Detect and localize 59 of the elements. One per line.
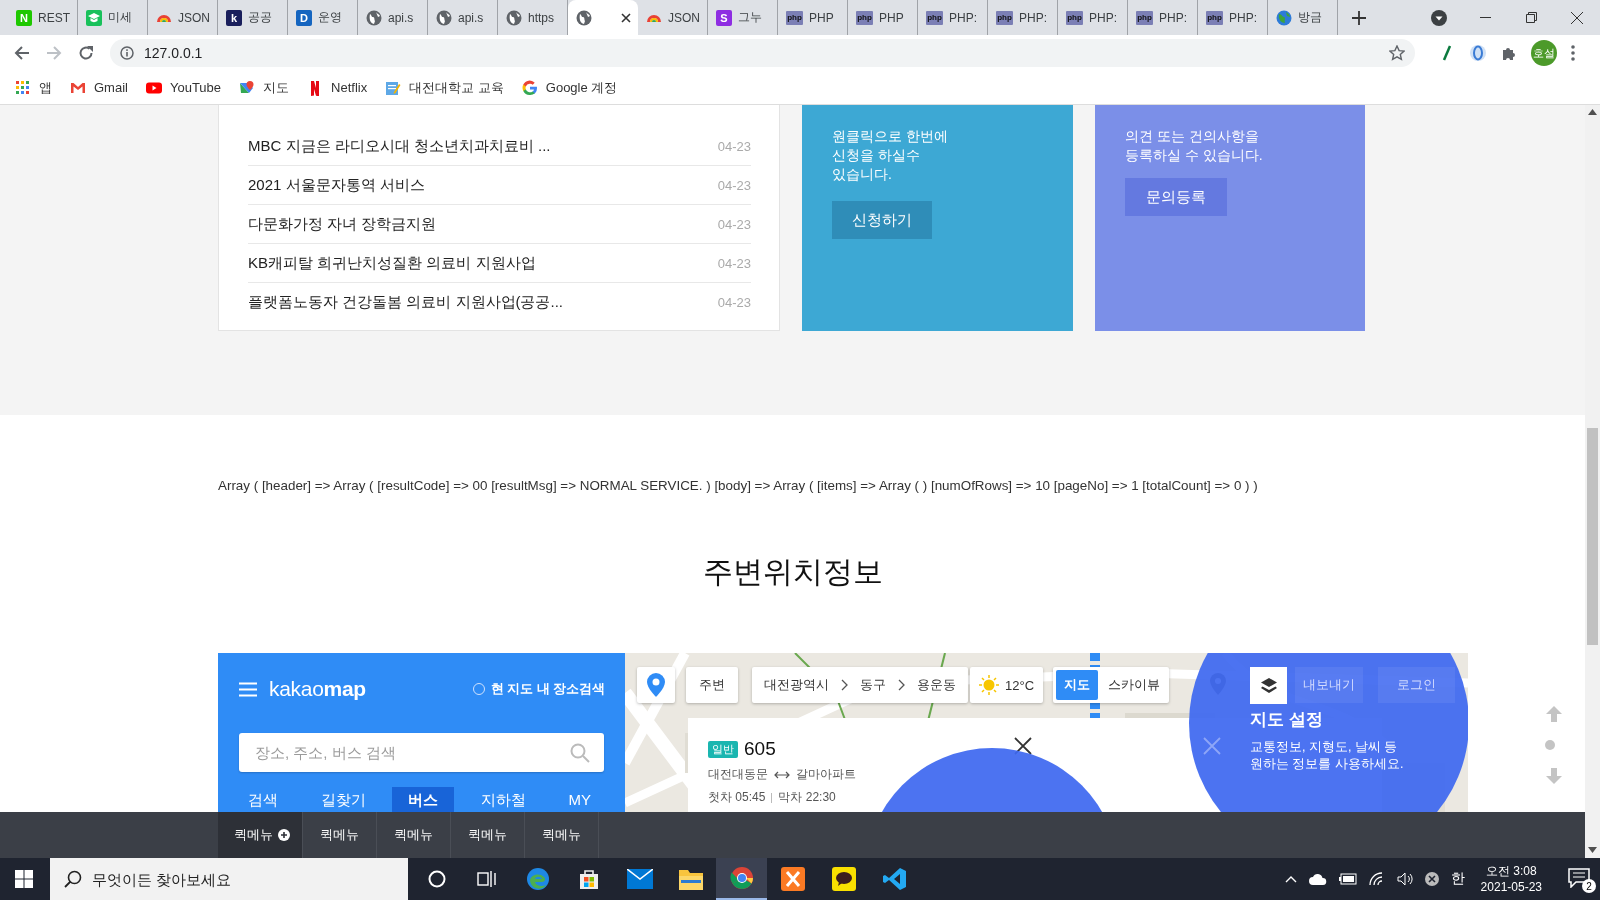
tip-title: 지도 설정: [1250, 709, 1323, 731]
map-type-tab[interactable]: 스카이뷰: [1100, 670, 1168, 700]
taskbar-search-field[interactable]: 무엇이든 찾아보세요: [50, 858, 408, 900]
search-field[interactable]: 장소, 주소, 버스 검색: [239, 733, 604, 772]
logo-icon: php: [1206, 10, 1223, 25]
bus-stop: 갈마아파트: [796, 766, 856, 783]
logo-icon: php: [1066, 10, 1083, 25]
weather-badge: 12°C: [970, 667, 1043, 703]
bus-type-badge: 일반: [708, 740, 738, 758]
bookmark[interactable]: Google 계정: [521, 78, 618, 97]
notification-count: 2: [1582, 879, 1596, 893]
tip-text: 교통정보, 지형도, 날씨 등 원하는 정보를 사용하세요.: [1250, 739, 1404, 773]
kakaomap-logo: kakaomap: [269, 677, 366, 701]
notice-link[interactable]: KB캐피탈 희귀난치성질환 의료비 지원사업: [248, 253, 536, 273]
breadcrumb-item[interactable]: 용운동: [917, 676, 956, 694]
last-bus-time: 막차 22:30: [778, 789, 836, 806]
bus-number: 605: [744, 738, 776, 760]
notice-link[interactable]: 2021 서울문자통역 서비스: [248, 175, 425, 195]
input-method-indicator[interactable]: 한: [1450, 870, 1465, 888]
notice-link[interactable]: 플랫폼노동자 건강돌봄 의료비 지원사업(공공...: [248, 292, 563, 312]
logo-icon: S: [716, 9, 732, 26]
logo-icon: N: [16, 9, 32, 26]
logo-icon: php: [926, 10, 943, 25]
notification-button[interactable]: 2: [1568, 868, 1592, 890]
quick-menu-item[interactable]: 퀵메뉴: [218, 812, 303, 858]
around-button[interactable]: 주변: [686, 667, 738, 703]
profile-avatar[interactable]: 호설: [1531, 40, 1557, 66]
breadcrumb-item[interactable]: 대전광역시: [764, 676, 829, 694]
notice-date: 04-23: [717, 216, 751, 232]
bus-stop: 대전대동문: [708, 766, 768, 783]
bookmark[interactable]: 대전대학교 교육: [385, 78, 504, 97]
bookmark[interactable]: 앱: [15, 78, 52, 97]
apply-button[interactable]: 신청하기: [832, 201, 932, 239]
address-bar[interactable]: 127.0.0.1: [110, 39, 1415, 67]
logo-icon: php: [1136, 10, 1153, 25]
notice-date: 04-23: [717, 138, 751, 154]
notice-date: 04-23: [717, 177, 751, 193]
breadcrumb-item[interactable]: 동구: [860, 676, 886, 694]
debug-output: Array ( [header] => Array ( [resultCode] => 00 [resultMsg] => NORMAL SERVICE. ) [body] => Array ( [items] => Array ( ) [numOfRows] => 10 [pageNo] => 1 [totalCount] => 0 ) ): [218, 477, 1259, 495]
logo-icon: k: [226, 9, 242, 26]
section-title: 주변위치정보: [701, 554, 884, 590]
logo-icon: D: [296, 9, 312, 26]
first-bus-time: 첫차 05:45: [708, 789, 766, 806]
logo-icon: php: [786, 10, 803, 25]
logo-icon: php: [856, 10, 873, 25]
bookmark[interactable]: Netflix: [307, 79, 368, 96]
bookmark[interactable]: 지도: [239, 78, 290, 97]
card-text: 의견 또는 건의사항을 등록하실 수 있습니다.: [1125, 127, 1263, 165]
inquiry-button[interactable]: 문의등록: [1125, 178, 1227, 216]
bookmark[interactable]: Gmail: [70, 79, 128, 96]
logo-icon: php: [996, 10, 1013, 25]
bookmark[interactable]: YouTube: [145, 79, 222, 96]
notice-date: 04-23: [717, 294, 751, 310]
notice-link[interactable]: 다문화가정 자녀 장학금지원: [248, 214, 437, 234]
notice-date: 04-23: [717, 255, 751, 271]
card-text: 원클릭으로 한번에 신청을 하실수 있습니다.: [832, 127, 948, 184]
notice-link[interactable]: MBC 지금은 라디오시대 청소년치과치료비 ...: [248, 136, 551, 156]
taskbar-clock[interactable]: 오전 3:08 2021-05-23: [1480, 863, 1542, 895]
map-tab[interactable]: 버스: [392, 787, 455, 812]
